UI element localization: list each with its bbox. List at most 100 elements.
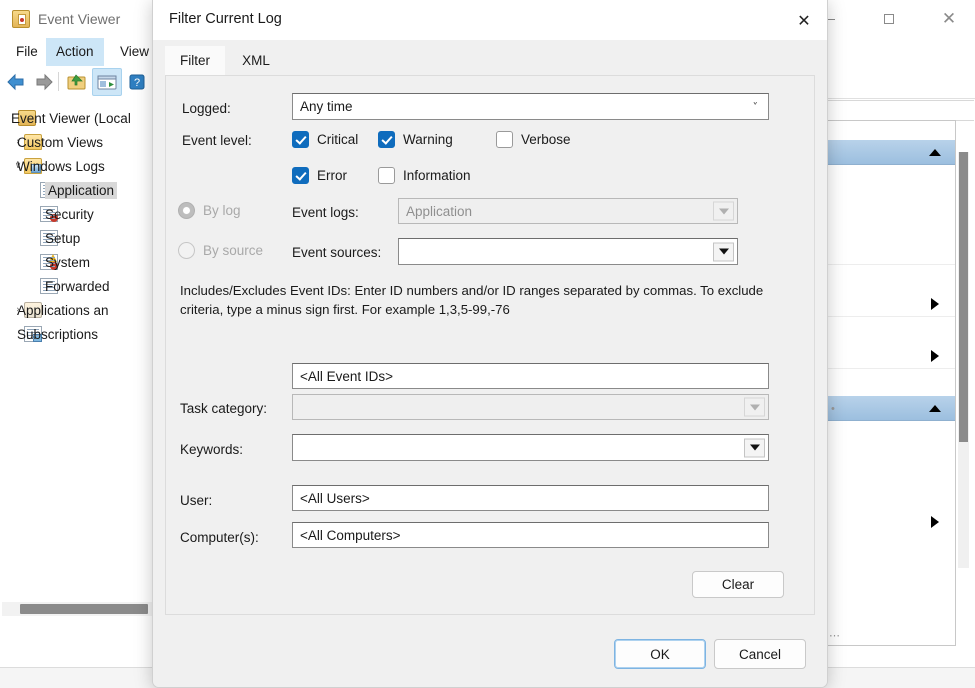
tree-item-label: Event Viewer (Local — [11, 111, 131, 126]
tree-item-applications-and-services[interactable]: › Applications an — [12, 298, 42, 322]
clear-button[interactable]: Clear — [692, 571, 784, 598]
tree-item-label: System — [45, 255, 90, 270]
checkbox-verbose[interactable]: Verbose — [496, 131, 571, 148]
tree-item-event-viewer-local[interactable]: Event Viewer (Local — [6, 106, 36, 130]
checkbox-label: Warning — [403, 132, 453, 147]
logged-dropdown[interactable]: Any time ˅ — [292, 93, 769, 120]
expand-triangle-icon[interactable] — [931, 516, 939, 528]
checkbox-box-icon[interactable] — [496, 131, 513, 148]
show-hide-console-tree-icon[interactable] — [96, 72, 118, 92]
event-logs-combobox[interactable]: Application — [398, 198, 738, 224]
ellipsis-icon: ⋯ — [829, 629, 841, 642]
radio-button-icon[interactable] — [178, 202, 195, 219]
user-value: <All Users> — [300, 491, 370, 506]
tree-item-system[interactable]: System — [40, 250, 58, 274]
event-ids-value: <All Event IDs> — [300, 369, 393, 384]
computers-input[interactable]: <All Computers> — [292, 522, 769, 548]
console-tree-pane[interactable]: Event Viewer (Local › Custom Views ∨ Win… — [0, 98, 161, 638]
actions-group-header[interactable] — [827, 395, 955, 421]
checkbox-label: Information — [403, 168, 471, 183]
close-icon[interactable]: ✕ — [781, 0, 827, 40]
tree-item-setup[interactable]: Setup — [40, 226, 58, 250]
tree-item-forwarded-events[interactable]: Forwarded — [40, 274, 58, 298]
checkbox-box-icon[interactable] — [378, 131, 395, 148]
radio-button-icon[interactable] — [178, 242, 195, 259]
user-label: User: — [180, 493, 212, 508]
list-item[interactable] — [827, 509, 955, 535]
close-icon[interactable]: ✕ — [926, 0, 972, 38]
actions-group-header[interactable] — [827, 139, 955, 165]
collapse-triangle-icon[interactable] — [929, 405, 941, 412]
tree-item-windows-logs[interactable]: ∨ Windows Logs — [12, 154, 42, 178]
tree-item-custom-views[interactable]: › Custom Views — [12, 130, 42, 154]
scrollbar-thumb[interactable] — [20, 604, 148, 614]
open-saved-log-icon[interactable] — [66, 72, 88, 92]
dialog-title: Filter Current Log — [169, 11, 282, 27]
expand-triangle-icon[interactable] — [931, 350, 939, 362]
actions-pane: • ⋯ — [826, 120, 956, 646]
tree-item-subscriptions[interactable]: Subscriptions — [12, 322, 42, 346]
chevron-down-icon[interactable] — [744, 398, 765, 417]
tree-item-label: Security — [45, 207, 94, 222]
maximize-icon[interactable] — [866, 0, 912, 38]
event-viewer-icon — [12, 10, 30, 28]
tree-item-label: Applications an — [17, 303, 109, 318]
tree-item-label: Windows Logs — [17, 159, 105, 174]
logged-label: Logged: — [182, 101, 231, 116]
checkbox-critical[interactable]: Critical — [292, 131, 358, 148]
expand-triangle-icon[interactable] — [931, 298, 939, 310]
user-input[interactable]: <All Users> — [292, 485, 769, 511]
chevron-down-icon[interactable] — [713, 242, 734, 261]
radio-by-source[interactable]: By source — [178, 242, 263, 259]
tree-horizontal-scrollbar[interactable] — [2, 602, 157, 616]
list-item[interactable] — [827, 165, 955, 191]
checkbox-box-icon[interactable] — [292, 131, 309, 148]
list-item[interactable] — [827, 421, 955, 447]
ok-button[interactable]: OK — [614, 639, 706, 669]
tab-strip: Filter XML — [153, 40, 827, 75]
logged-value: Any time — [300, 99, 353, 114]
tab-filter[interactable]: Filter — [165, 46, 225, 75]
checkbox-warning[interactable]: Warning — [378, 131, 453, 148]
task-category-combobox[interactable] — [292, 394, 769, 420]
checkbox-information[interactable]: Information — [378, 167, 471, 184]
list-item[interactable] — [827, 291, 955, 317]
tree-item-security[interactable]: Security — [40, 202, 58, 226]
tree-item-label: Setup — [45, 231, 80, 246]
chevron-down-icon[interactable] — [744, 438, 765, 457]
keywords-combobox[interactable] — [292, 434, 769, 461]
checkbox-box-icon[interactable] — [378, 167, 395, 184]
event-sources-label: Event sources: — [292, 245, 381, 260]
menu-item-file[interactable]: File — [6, 38, 48, 66]
cancel-button[interactable]: Cancel — [714, 639, 806, 669]
tree-item-label: Custom Views — [17, 135, 103, 150]
list-item[interactable] — [827, 239, 955, 265]
keywords-label: Keywords: — [180, 442, 243, 457]
back-arrow-icon[interactable] — [6, 72, 28, 92]
event-ids-input[interactable]: <All Event IDs> — [292, 363, 769, 389]
list-vertical-scrollbar[interactable] — [958, 152, 969, 568]
ellipsis-icon: • — [831, 403, 836, 415]
tab-xml[interactable]: XML — [225, 46, 287, 75]
forward-arrow-icon[interactable] — [32, 72, 54, 92]
event-sources-combobox[interactable] — [398, 238, 738, 265]
list-item[interactable] — [827, 343, 955, 369]
checkbox-label: Critical — [317, 132, 358, 147]
dialog-titlebar: Filter Current Log ✕ — [153, 0, 827, 40]
scrollbar-thumb[interactable] — [959, 152, 968, 442]
chevron-down-icon[interactable]: ˅ — [753, 100, 759, 113]
help-icon[interactable]: ? — [126, 72, 148, 92]
collapse-triangle-icon[interactable] — [929, 149, 941, 156]
event-level-label: Event level: — [182, 133, 252, 148]
radio-by-log[interactable]: By log — [178, 202, 241, 219]
tree-item-label: Subscriptions — [17, 327, 98, 342]
chevron-down-icon[interactable] — [713, 202, 734, 221]
checkbox-error[interactable]: Error — [292, 167, 347, 184]
dialog-footer: OK Cancel — [153, 615, 827, 687]
computers-label: Computer(s): — [180, 530, 259, 545]
checkbox-box-icon[interactable] — [292, 167, 309, 184]
tree-item-application[interactable]: Application — [40, 178, 58, 202]
tree-item-label: Application — [45, 182, 117, 199]
event-ids-help-text: Includes/Excludes Event IDs: Enter ID nu… — [180, 281, 780, 319]
menu-item-action[interactable]: Action — [46, 38, 104, 66]
